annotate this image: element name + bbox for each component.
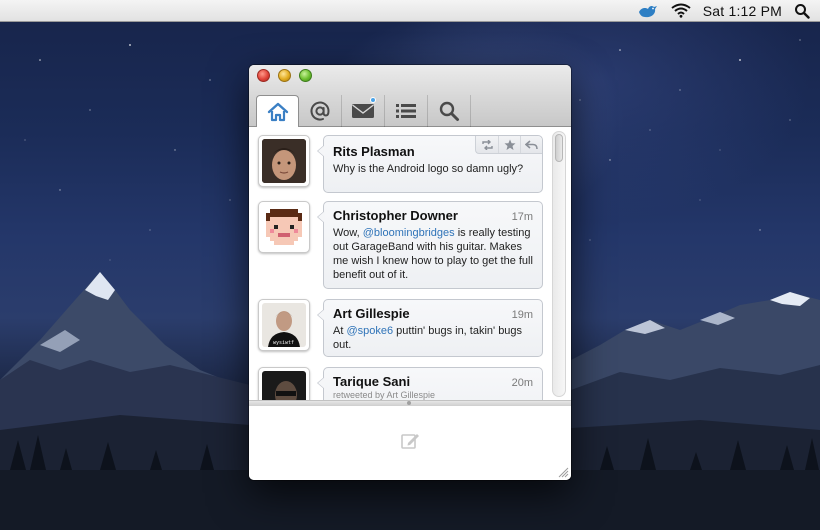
- scrollbar-thumb[interactable]: [555, 134, 563, 162]
- tweet-timestamp: 20m: [511, 377, 533, 389]
- svg-text:wysiwtf: wysiwtf: [273, 340, 294, 346]
- new-message-badge: [370, 97, 376, 103]
- compose-area[interactable]: [249, 400, 571, 480]
- tweet-bubble[interactable]: Rits Plasman Why is the Android logo so …: [317, 135, 543, 193]
- tweet-text-part: At: [333, 325, 347, 337]
- search-icon: [439, 101, 459, 121]
- tweet-actions: [475, 136, 542, 154]
- reply-icon[interactable]: [520, 136, 542, 153]
- at-sign-icon: [310, 101, 330, 121]
- tweet-text: Why is the Android logo so damn ugly?: [333, 163, 524, 175]
- tweet-author-name[interactable]: Tarique Sani: [333, 374, 410, 389]
- avatar-photo: wysiwtf: [262, 303, 306, 347]
- envelope-icon: [352, 104, 374, 118]
- close-window-button[interactable]: [257, 69, 270, 82]
- mention-link[interactable]: @spoke6: [346, 325, 393, 337]
- avatar[interactable]: [258, 135, 310, 187]
- wifi-icon[interactable]: [671, 3, 691, 18]
- twitter-bird-icon[interactable]: [637, 3, 659, 19]
- menu-bar: Sat 1:12 PM: [0, 0, 820, 22]
- twitter-window: Rits Plasman Why is the Android logo so …: [249, 65, 571, 480]
- favorite-star-icon[interactable]: [498, 136, 520, 153]
- tweet-timestamp: 17m: [511, 211, 533, 223]
- retweeted-by-label[interactable]: retweeted by Art Gillespie: [333, 390, 533, 400]
- zoom-window-button[interactable]: [299, 69, 312, 82]
- divider-grip-dot: [407, 401, 411, 405]
- list-icon: [396, 104, 416, 118]
- tweet-timeline[interactable]: Rits Plasman Why is the Android logo so …: [249, 127, 571, 405]
- timeline-scrollbar[interactable]: [552, 131, 566, 397]
- mention-link[interactable]: @bloomingbridges: [363, 227, 455, 239]
- tweet-author-name[interactable]: Art Gillespie: [333, 306, 410, 321]
- avatar-pixel-art: [262, 205, 306, 249]
- tab-mentions[interactable]: [299, 95, 342, 127]
- avatar-photo: [262, 139, 306, 183]
- tab-lists[interactable]: [385, 95, 428, 127]
- resize-grip-icon[interactable]: [557, 466, 569, 478]
- tweet-timestamp: 19m: [511, 309, 533, 321]
- tweet-bubble[interactable]: Art Gillespie 19m At @spoke6 puttin' bug…: [317, 299, 543, 357]
- compose-tweet-icon[interactable]: [399, 430, 421, 452]
- window-titlebar[interactable]: [249, 65, 571, 128]
- home-icon: [267, 102, 288, 122]
- tweet-text: Wow, @bloomingbridges is really testing …: [333, 226, 533, 282]
- menubar-clock[interactable]: Sat 1:12 PM: [703, 3, 782, 19]
- tweet-text-part: Wow,: [333, 227, 363, 239]
- tweet-author-name[interactable]: Christopher Downer: [333, 208, 458, 223]
- tweet-text: At @spoke6 puttin' bugs in, takin' bugs …: [333, 324, 533, 352]
- spotlight-search-icon[interactable]: [794, 3, 810, 19]
- tab-search[interactable]: [428, 95, 471, 127]
- minimize-window-button[interactable]: [278, 69, 291, 82]
- avatar[interactable]: [258, 201, 310, 253]
- tweet-bubble[interactable]: Christopher Downer 17m Wow, @bloomingbri…: [317, 201, 543, 289]
- tab-home[interactable]: [256, 95, 299, 128]
- retweet-icon[interactable]: [476, 136, 498, 153]
- tweet-author-name[interactable]: Rits Plasman: [333, 144, 415, 159]
- avatar[interactable]: wysiwtf: [258, 299, 310, 351]
- tab-bar: [256, 95, 471, 128]
- tab-messages[interactable]: [342, 95, 385, 127]
